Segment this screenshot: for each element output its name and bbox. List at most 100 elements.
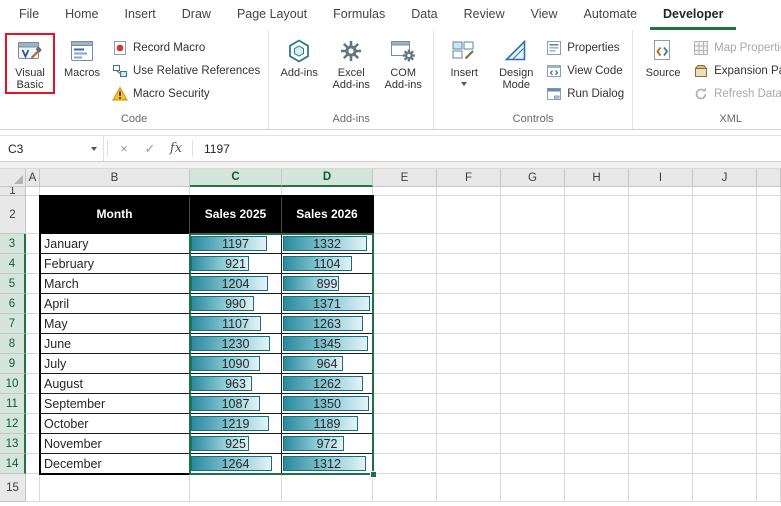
row-header-6[interactable]: 6 bbox=[0, 294, 26, 314]
empty-cell[interactable] bbox=[501, 196, 565, 234]
empty-cell[interactable] bbox=[373, 354, 437, 374]
empty-cell[interactable] bbox=[26, 314, 40, 334]
empty-cell[interactable] bbox=[693, 187, 757, 196]
empty-cell[interactable] bbox=[282, 187, 373, 196]
column-header-C[interactable]: C bbox=[190, 169, 282, 187]
empty-cell[interactable] bbox=[26, 414, 40, 434]
empty-cell[interactable] bbox=[437, 394, 501, 414]
data-bar-cell[interactable]: 963 bbox=[190, 374, 282, 394]
empty-cell[interactable] bbox=[373, 314, 437, 334]
row-header-3[interactable]: 3 bbox=[0, 234, 26, 254]
empty-cell[interactable] bbox=[757, 414, 781, 434]
empty-cell[interactable] bbox=[565, 234, 629, 254]
macro-security-button[interactable]: Macro Security bbox=[109, 84, 263, 103]
empty-cell[interactable] bbox=[757, 196, 781, 234]
row-header-12[interactable]: 12 bbox=[0, 414, 26, 434]
empty-cell[interactable] bbox=[629, 314, 693, 334]
cancel-icon[interactable]: × bbox=[111, 136, 137, 161]
empty-cell[interactable] bbox=[629, 187, 693, 196]
column-header-G[interactable]: G bbox=[501, 169, 565, 187]
empty-cell[interactable] bbox=[565, 314, 629, 334]
empty-cell[interactable] bbox=[437, 334, 501, 354]
column-header-J[interactable]: J bbox=[693, 169, 757, 187]
data-bar-cell[interactable]: 972 bbox=[282, 434, 373, 454]
empty-cell[interactable] bbox=[629, 274, 693, 294]
name-box[interactable]: C3 bbox=[0, 136, 104, 161]
tab-developer[interactable]: Developer bbox=[650, 0, 737, 30]
select-all-corner[interactable] bbox=[0, 169, 26, 187]
empty-cell[interactable] bbox=[373, 254, 437, 274]
tab-review[interactable]: Review bbox=[451, 0, 518, 30]
empty-cell[interactable] bbox=[373, 334, 437, 354]
empty-cell[interactable] bbox=[693, 294, 757, 314]
empty-cell[interactable] bbox=[565, 196, 629, 234]
empty-cell[interactable] bbox=[373, 234, 437, 254]
empty-cell[interactable] bbox=[629, 414, 693, 434]
column-header-I[interactable]: I bbox=[629, 169, 693, 187]
empty-cell[interactable] bbox=[629, 374, 693, 394]
empty-cell[interactable] bbox=[501, 374, 565, 394]
empty-cell[interactable] bbox=[693, 434, 757, 454]
empty-cell[interactable] bbox=[501, 474, 565, 502]
empty-cell[interactable] bbox=[757, 334, 781, 354]
empty-cell[interactable] bbox=[26, 196, 40, 234]
empty-cell[interactable] bbox=[437, 454, 501, 474]
empty-cell[interactable] bbox=[373, 434, 437, 454]
row-header-9[interactable]: 9 bbox=[0, 354, 26, 374]
empty-cell[interactable] bbox=[565, 454, 629, 474]
data-bar-cell[interactable]: 1350 bbox=[282, 394, 373, 414]
empty-cell[interactable] bbox=[373, 474, 437, 502]
empty-cell[interactable] bbox=[373, 274, 437, 294]
month-cell[interactable]: September bbox=[40, 394, 190, 414]
column-header-A[interactable]: A bbox=[26, 169, 40, 187]
empty-cell[interactable] bbox=[437, 374, 501, 394]
tab-draw[interactable]: Draw bbox=[169, 0, 224, 30]
month-cell[interactable]: March bbox=[40, 274, 190, 294]
tab-automate[interactable]: Automate bbox=[571, 0, 651, 30]
month-cell[interactable]: February bbox=[40, 254, 190, 274]
refresh-data-button[interactable]: Refresh Data bbox=[690, 84, 781, 103]
data-bar-cell[interactable]: 1264 bbox=[190, 454, 282, 474]
empty-cell[interactable] bbox=[26, 474, 40, 502]
empty-cell[interactable] bbox=[757, 254, 781, 274]
empty-cell[interactable] bbox=[501, 234, 565, 254]
empty-cell[interactable] bbox=[757, 314, 781, 334]
empty-cell[interactable] bbox=[373, 294, 437, 314]
tab-data[interactable]: Data bbox=[398, 0, 450, 30]
tab-home[interactable]: Home bbox=[52, 0, 111, 30]
empty-cell[interactable] bbox=[565, 354, 629, 374]
empty-cell[interactable] bbox=[629, 434, 693, 454]
tab-page-layout[interactable]: Page Layout bbox=[224, 0, 320, 30]
tab-view[interactable]: View bbox=[518, 0, 571, 30]
empty-cell[interactable] bbox=[437, 234, 501, 254]
row-header-10[interactable]: 10 bbox=[0, 374, 26, 394]
excel-add-ins-button[interactable]: Excel Add-ins bbox=[326, 33, 376, 93]
empty-cell[interactable] bbox=[693, 414, 757, 434]
column-header-E[interactable]: E bbox=[373, 169, 437, 187]
empty-cell[interactable] bbox=[26, 354, 40, 374]
empty-cell[interactable] bbox=[693, 334, 757, 354]
column-header-partial[interactable] bbox=[757, 169, 781, 187]
empty-cell[interactable] bbox=[629, 454, 693, 474]
empty-cell[interactable] bbox=[26, 294, 40, 314]
empty-cell[interactable] bbox=[629, 394, 693, 414]
tab-file[interactable]: File bbox=[6, 0, 52, 30]
empty-cell[interactable] bbox=[757, 234, 781, 254]
view-code-button[interactable]: View Code bbox=[543, 61, 627, 80]
empty-cell[interactable] bbox=[501, 274, 565, 294]
empty-cell[interactable] bbox=[757, 274, 781, 294]
empty-cell[interactable] bbox=[693, 474, 757, 502]
empty-cell[interactable] bbox=[437, 434, 501, 454]
name-box-dropdown-icon[interactable] bbox=[91, 147, 97, 151]
empty-cell[interactable] bbox=[565, 414, 629, 434]
data-bar-cell[interactable]: 1189 bbox=[282, 414, 373, 434]
empty-cell[interactable] bbox=[565, 274, 629, 294]
tab-formulas[interactable]: Formulas bbox=[320, 0, 398, 30]
data-bar-cell[interactable]: 1219 bbox=[190, 414, 282, 434]
empty-cell[interactable] bbox=[373, 454, 437, 474]
empty-cell[interactable] bbox=[501, 434, 565, 454]
empty-cell[interactable] bbox=[26, 394, 40, 414]
empty-cell[interactable] bbox=[26, 254, 40, 274]
run-dialog-button[interactable]: Run Dialog bbox=[543, 84, 627, 103]
expansion-packs-button[interactable]: Expansion Packs bbox=[690, 61, 781, 80]
